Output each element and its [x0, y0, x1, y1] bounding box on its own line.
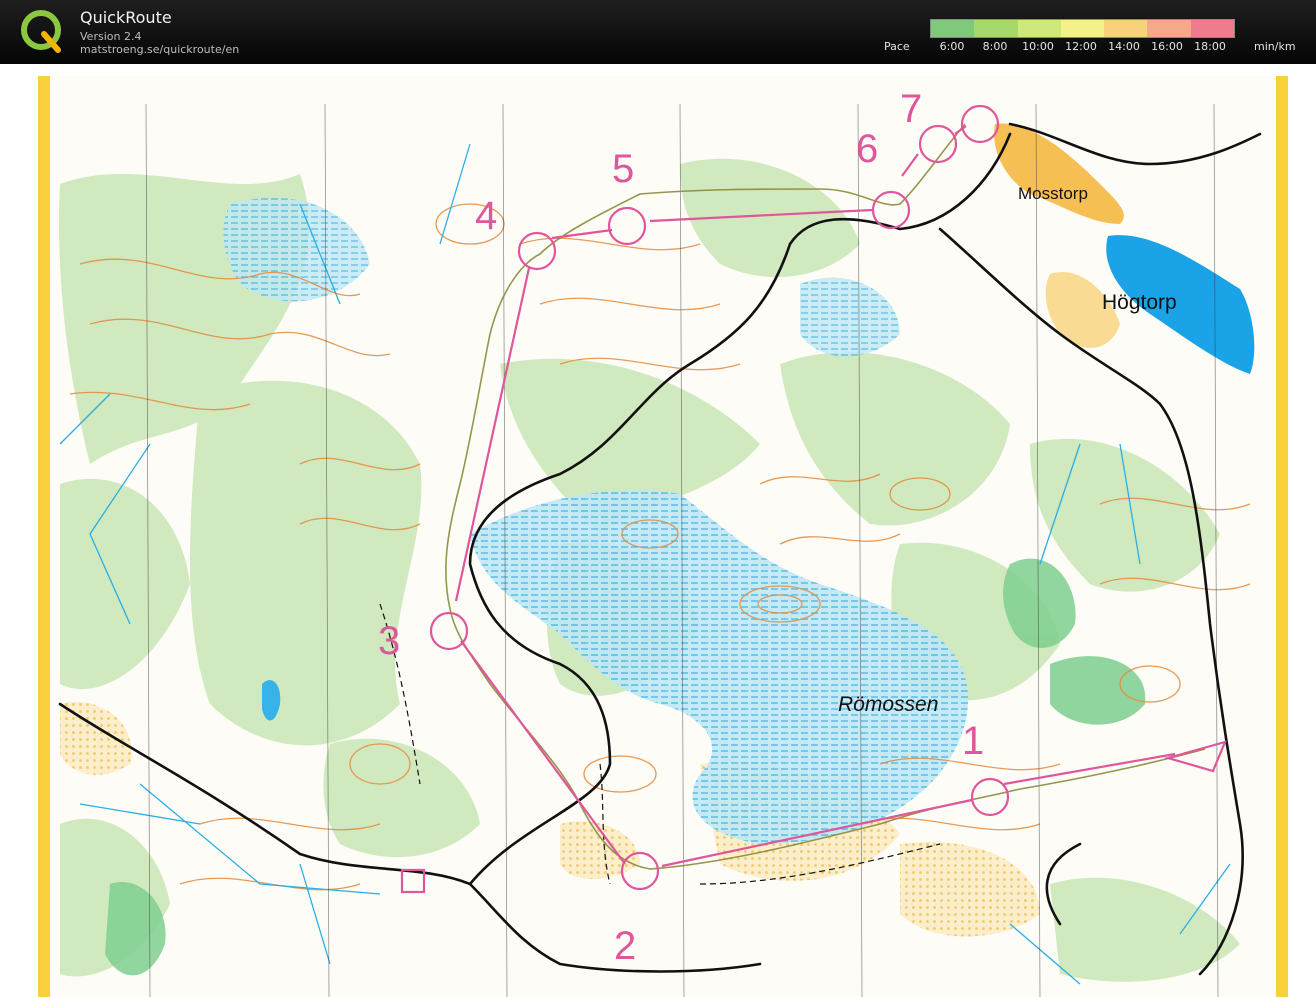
app-title: QuickRoute	[80, 8, 172, 27]
control-number-5: 5	[612, 147, 634, 191]
map-view[interactable]: 1 2 3 4 5 6 7 Mosstorp Högtorp Römossen	[0, 64, 1316, 997]
control-number-2: 2	[614, 924, 636, 968]
control-number-1: 1	[962, 719, 984, 763]
app-url[interactable]: matstroeng.se/quickroute/en	[80, 43, 239, 56]
pace-tick-label: 10:00	[1022, 40, 1054, 53]
place-name-hogtorp: Högtorp	[1102, 291, 1177, 314]
pace-color-segment	[1104, 20, 1148, 37]
pace-color-scale	[930, 19, 1235, 38]
quickroute-logo-icon	[21, 10, 61, 53]
pace-tick-label: 14:00	[1108, 40, 1140, 53]
control-number-6: 6	[856, 127, 878, 171]
orienteering-map[interactable]: 1 2 3 4 5 6 7 Mosstorp Högtorp Römossen	[0, 64, 1316, 997]
app-header: QuickRoute Version 2.4 matstroeng.se/qui…	[0, 0, 1316, 64]
app-version: Version 2.4	[80, 30, 142, 43]
pace-color-segment	[1060, 20, 1105, 37]
control-number-3: 3	[378, 619, 400, 663]
pace-unit: min/km	[1254, 40, 1296, 53]
pace-color-segment	[931, 20, 975, 37]
pace-tick-label: 18:00	[1194, 40, 1226, 53]
pace-color-segment	[1017, 20, 1061, 37]
pace-tick-label: 8:00	[982, 40, 1008, 53]
control-number-4: 4	[475, 194, 497, 238]
pace-color-segment	[974, 20, 1018, 37]
place-name-mosstorp: Mosstorp	[1018, 184, 1088, 203]
pace-tick-label: 12:00	[1065, 40, 1097, 53]
map-border-left	[38, 76, 50, 997]
pace-label: Pace	[884, 40, 910, 53]
place-name-romossen: Römossen	[838, 693, 938, 716]
pace-color-segment	[1190, 20, 1234, 37]
map-border-right	[1276, 76, 1288, 997]
control-number-7: 7	[900, 87, 922, 131]
pace-tick-label: 16:00	[1151, 40, 1183, 53]
pace-tick-label: 6:00	[939, 40, 965, 53]
pace-color-segment	[1147, 20, 1191, 37]
